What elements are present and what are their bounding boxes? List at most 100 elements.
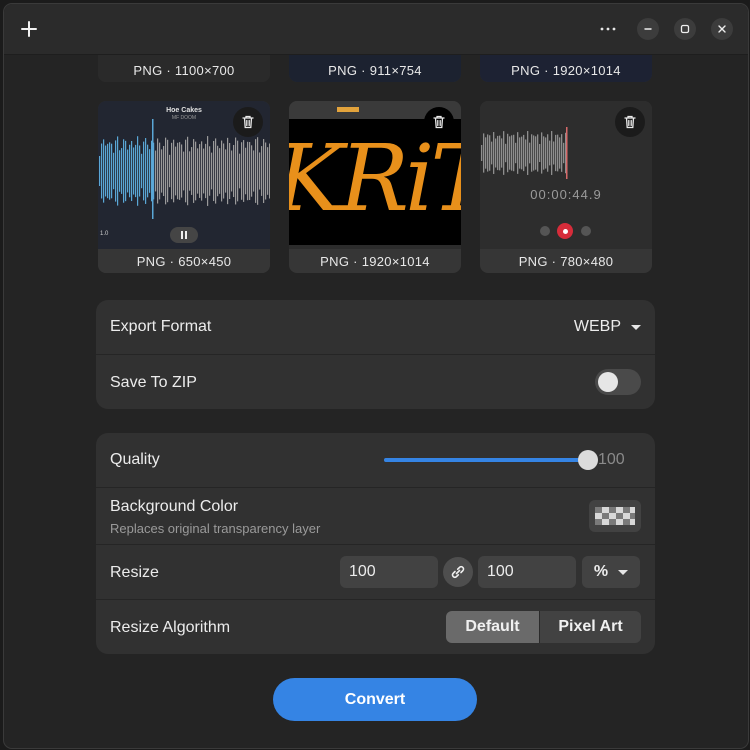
waveform-bar (185, 139, 187, 203)
waveform-bar (257, 137, 259, 205)
add-images-button[interactable] (16, 16, 42, 42)
waveform-bar (529, 142, 531, 164)
waveform-bar (225, 149, 227, 193)
waveform-bar (115, 140, 117, 202)
waveform-bar (487, 134, 489, 172)
waveform-bar (491, 141, 493, 165)
export-format-dropdown[interactable]: WEBP (574, 318, 641, 336)
close-button[interactable] (711, 18, 733, 40)
waveform-bar (177, 142, 179, 200)
waveform-bar (213, 140, 215, 202)
waveform-bar (557, 134, 559, 172)
minimize-button[interactable] (637, 18, 659, 40)
waveform-bar (537, 134, 539, 172)
waveform-bar (187, 136, 189, 206)
waveform-bar (511, 135, 513, 171)
quality-value: 100 (598, 451, 625, 468)
waveform-bar (259, 152, 261, 190)
quality-slider[interactable] (384, 458, 588, 462)
minimize-icon (644, 28, 652, 30)
waveform-bar (147, 144, 149, 198)
resize-unit-dropdown[interactable]: % (582, 556, 640, 588)
waveform-bar (165, 137, 167, 205)
waveform-bar (199, 144, 201, 198)
image-card[interactable]: 00:00:44.9 PNG · 780×480 (480, 101, 652, 273)
image-info-label: PNG · 1920×1014 (320, 254, 430, 269)
waveform-bar (99, 156, 101, 186)
thumb-time: 1.0 (100, 231, 109, 237)
waveform-bar (223, 143, 225, 199)
waveform-bar (127, 149, 129, 193)
waveform-bar (201, 141, 203, 201)
waveform-bar (243, 140, 245, 202)
waveform-bar (179, 142, 181, 200)
chevron-down-icon (631, 324, 641, 330)
waveform-bar (539, 143, 541, 163)
resize-height-input[interactable]: 100 (478, 556, 576, 588)
waveform-bar (103, 139, 105, 203)
waveform-bar (517, 132, 519, 174)
waveform-bar (101, 143, 103, 199)
quality-slider-fill (384, 458, 588, 462)
waveform-bar (543, 136, 545, 170)
waveform-bar (155, 150, 157, 192)
waveform-bar (171, 142, 173, 200)
waveform-bar (515, 142, 517, 164)
image-info-label: PNG · 1100×700 (133, 63, 235, 78)
background-color-label: Background Color (110, 498, 239, 515)
waveform-bar (221, 140, 223, 202)
main-menu-button[interactable] (596, 18, 620, 40)
export-format-row[interactable]: Export Format WEBP (96, 300, 655, 354)
waveform-bar (497, 135, 499, 171)
waveform-bar (143, 141, 145, 201)
record-icon (557, 223, 573, 239)
waveform-bar (547, 134, 549, 172)
waveform-bar (533, 135, 535, 171)
link-dimensions-button[interactable] (443, 557, 473, 587)
waveform-bar (105, 145, 107, 197)
waveform-bar (145, 138, 147, 204)
algorithm-default-button[interactable]: Default (446, 611, 539, 643)
waveform-bar (501, 138, 503, 168)
link-icon (451, 565, 465, 579)
delete-button[interactable] (615, 107, 645, 137)
waveform-bar (205, 143, 207, 199)
waveform-bar (483, 133, 485, 173)
waveform-bar (495, 138, 497, 168)
waveform-bar (503, 131, 505, 175)
image-card[interactable]: Hoe Cakes MF DOOM 1.0 PNG · 650×450 (98, 101, 270, 273)
waveform-bar (175, 146, 177, 196)
save-zip-toggle[interactable] (595, 369, 641, 395)
waveform-bar (141, 153, 143, 189)
delete-button[interactable] (424, 107, 454, 137)
export-format-label: Export Format (110, 318, 212, 335)
waveform-bar (519, 137, 521, 169)
waveform-bar (197, 148, 199, 194)
color-picker-button[interactable] (589, 500, 641, 532)
image-card[interactable]: KRiTA! PNG · 1920×1014 (289, 101, 461, 273)
convert-button[interactable]: Convert (273, 678, 477, 721)
waveform-bar (107, 143, 109, 199)
algorithm-pixel-art-button[interactable]: Pixel Art (539, 611, 641, 643)
save-zip-row: Save To ZIP (96, 354, 655, 409)
waveform-bar (163, 145, 165, 197)
waveform-bar (211, 152, 213, 190)
waveform-bar (249, 142, 251, 200)
quality-slider-handle[interactable] (578, 450, 598, 470)
waveform-bar (207, 136, 209, 206)
waveform-bar (123, 139, 125, 203)
trash-icon (624, 115, 636, 129)
waveform-bar (133, 147, 135, 195)
maximize-button[interactable] (674, 18, 696, 40)
waveform-bar (227, 137, 229, 205)
waveform-bar (191, 147, 193, 195)
waveform-bar (219, 148, 221, 194)
waveform-bar (173, 139, 175, 203)
waveform-bar (521, 136, 523, 170)
waveform-bar (253, 150, 255, 192)
waveform-bar (119, 150, 121, 192)
waveform-bar (269, 143, 270, 199)
waveform-bar (125, 140, 127, 202)
resize-width-input[interactable]: 100 (340, 556, 438, 588)
delete-button[interactable] (233, 107, 263, 137)
